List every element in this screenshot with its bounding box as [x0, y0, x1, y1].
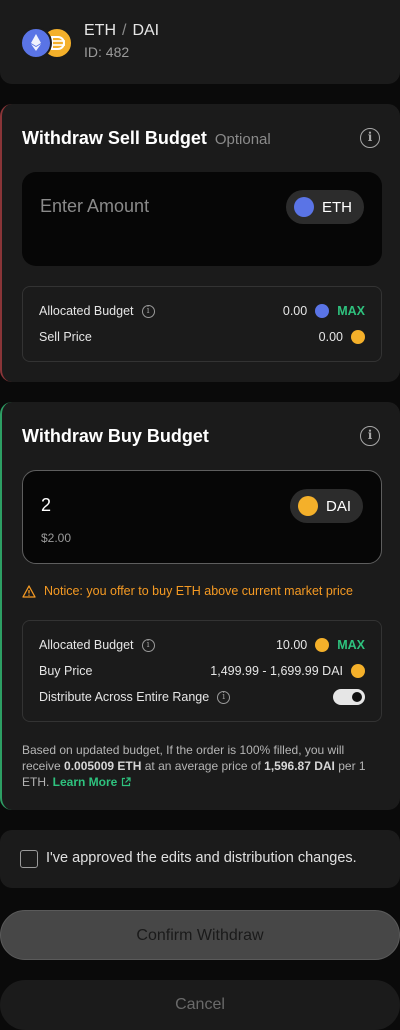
allocated-budget-label: Allocated Budget	[39, 303, 134, 318]
price-notice: Notice: you offer to buy ETH above curre…	[22, 584, 353, 598]
eth-token-icon	[315, 304, 330, 318]
token-chip-label: ETH	[322, 198, 352, 216]
sell-price-label: Sell Price	[39, 330, 92, 344]
pair-separator: /	[122, 22, 127, 39]
pair-header: ETH / DAI ID: 482	[0, 0, 400, 84]
sell-amount-input[interactable]: Enter Amount ETH	[22, 172, 382, 266]
withdraw-sell-section: Withdraw Sell Budget Optional i Enter Amo…	[0, 104, 400, 382]
max-button[interactable]: MAX	[337, 304, 365, 318]
amount-value[interactable]: 2	[41, 495, 51, 516]
strategy-id: ID: 482	[84, 44, 130, 60]
dai-token-icon	[351, 330, 365, 344]
summary-text: at an average price of	[141, 759, 265, 773]
amount-usd-value: $2.00	[41, 531, 72, 545]
summary-avg-price: 1,596.87 DAI	[264, 759, 335, 773]
cancel-button[interactable]: Cancel	[0, 980, 400, 1030]
sell-title-text: Withdraw Sell Budget	[22, 128, 207, 148]
pair-name: ETH / DAI	[84, 22, 159, 40]
allocated-budget-value: 0.00	[282, 304, 308, 318]
learn-more-label[interactable]: Learn More	[53, 775, 118, 789]
optional-label: Optional	[214, 131, 271, 148]
external-link-icon[interactable]	[121, 777, 131, 787]
sell-title: Withdraw Sell Budget Optional	[22, 128, 271, 149]
distribute-toggle[interactable]	[333, 689, 365, 705]
confirm-withdraw-button[interactable]: Confirm Withdraw	[0, 910, 400, 960]
sell-price-value: 0.00	[318, 330, 343, 344]
dai-token-icon	[351, 664, 365, 678]
buy-price-label: Buy Price	[39, 664, 93, 678]
buy-price-value: 1,499.99 - 1,699.99 DAI	[210, 664, 343, 678]
approve-checkbox[interactable]	[20, 850, 38, 868]
allocated-budget-row: Allocated Budget i 10.00 MAX	[39, 634, 365, 656]
amount-placeholder[interactable]: Enter Amount	[40, 196, 149, 217]
notice-text: Notice: you offer to buy ETH above curre…	[44, 584, 353, 598]
buy-title: Withdraw Buy Budget	[22, 426, 209, 446]
sell-budget-info: Allocated Budget i 0.00 MAX Sell Price 0.…	[22, 286, 382, 362]
eth-token-icon	[20, 27, 52, 59]
approve-label[interactable]: I've approved the edits and distribution…	[46, 850, 357, 866]
dai-token-icon	[315, 638, 330, 652]
info-icon[interactable]: i	[217, 691, 231, 705]
sell-price-row: Sell Price 0.00	[39, 326, 365, 348]
token-chip: ETH	[286, 190, 364, 224]
token-chip: DAI	[289, 489, 363, 523]
info-icon[interactable]: i	[141, 639, 155, 653]
dai-token-icon	[297, 496, 318, 516]
eth-token-icon	[294, 197, 314, 217]
buy-price-row: Buy Price 1,499.99 - 1,699.99 DAI	[39, 660, 365, 682]
info-icon[interactable]: i	[141, 305, 155, 319]
buy-budget-info: Allocated Budget i 10.00 MAX Buy Price 1,…	[22, 620, 382, 722]
max-button[interactable]: MAX	[337, 638, 365, 652]
distribute-row: Distribute Across Entire Range i	[39, 686, 365, 708]
withdraw-summary: Based on updated budget, If the order is…	[22, 742, 382, 790]
learn-more-link[interactable]: Learn More	[53, 775, 131, 789]
buy-amount-input[interactable]: 2 $2.00 DAI	[22, 470, 382, 564]
info-icon[interactable]: i	[360, 128, 380, 148]
allocated-budget-value: 10.00	[275, 638, 308, 652]
token-chip-label: DAI	[325, 497, 351, 515]
allocated-budget-row: Allocated Budget i 0.00 MAX	[39, 300, 365, 322]
summary-eth-amount: 0.005009 ETH	[64, 759, 142, 773]
info-icon[interactable]: i	[360, 426, 380, 446]
approve-row: I've approved the edits and distribution…	[0, 830, 400, 888]
allocated-budget-label: Allocated Budget	[39, 637, 134, 652]
quote-token-label: DAI	[132, 22, 160, 39]
toggle-knob	[352, 692, 362, 702]
distribute-label: Distribute Across Entire Range	[39, 689, 210, 704]
warning-icon	[22, 584, 36, 598]
base-token-label: ETH	[84, 22, 116, 39]
withdraw-buy-section: Withdraw Buy Budget i 2 $2.00 DAI Notice…	[0, 402, 400, 810]
